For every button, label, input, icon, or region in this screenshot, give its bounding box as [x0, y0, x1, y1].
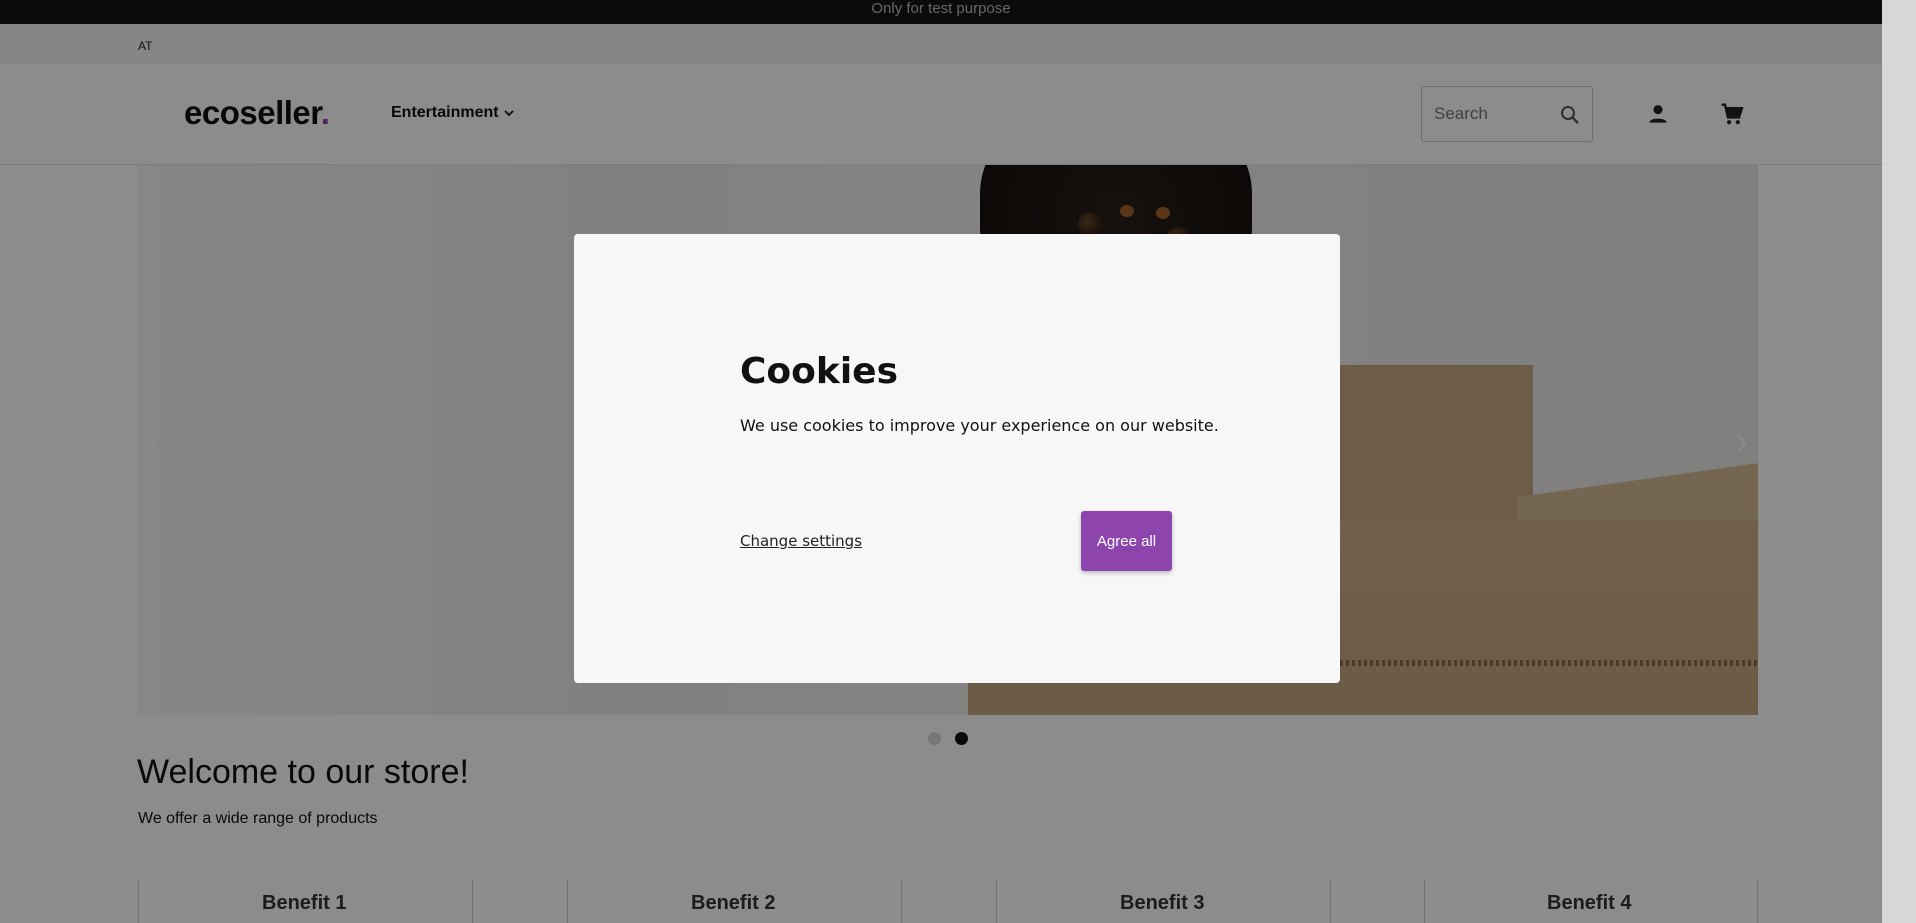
cookie-dialog-text: We use cookies to improve your experienc…: [740, 416, 1219, 435]
agree-all-button[interactable]: Agree all: [1081, 511, 1172, 571]
scrollbar[interactable]: [1882, 0, 1916, 923]
cookie-dialog-title: Cookies: [740, 351, 899, 392]
cookie-dialog: Cookies We use cookies to improve your e…: [574, 234, 1340, 683]
change-settings-link[interactable]: Change settings: [740, 532, 862, 550]
